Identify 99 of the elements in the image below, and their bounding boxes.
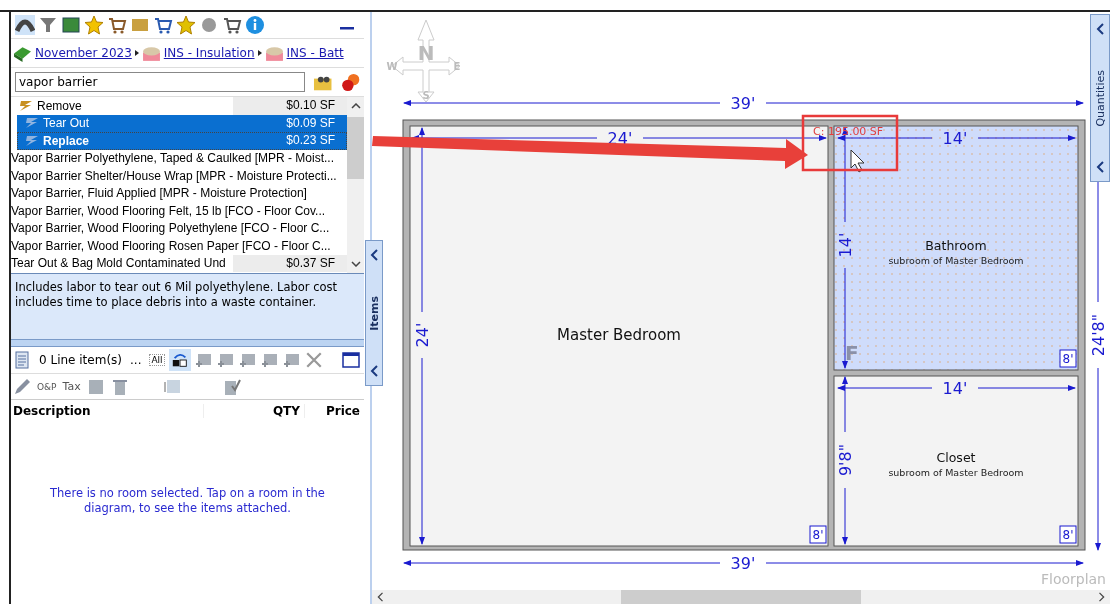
ceiling-height: 8' [1062,528,1074,542]
dimension-label: 14' [835,232,855,258]
left-chevron-icon[interactable] [1096,23,1104,35]
result-row[interactable]: Vapor Barrier, Wood Flooring Felt, 15 lb [FCO - Floor Cov... [11,202,347,220]
up-chevron-icon[interactable] [350,103,361,109]
separator-icon [134,50,139,56]
picture-icon[interactable] [61,15,81,35]
result-label: Remove [37,98,83,113]
dimension-label: 39' [730,553,756,573]
window-icon[interactable] [342,351,360,369]
left-chevron-icon[interactable] [370,365,378,377]
compass-letter: W [386,61,398,72]
floor-marker: F [845,341,859,365]
cart-plus-icon[interactable] [222,15,242,35]
star-icon[interactable] [84,15,104,35]
scrollbar[interactable] [347,97,364,273]
right-chevron-icon[interactable] [1098,592,1106,602]
splitter-handle[interactable] [11,339,364,347]
close-icon[interactable] [304,351,323,369]
line-item-count: 0 Line item(s) [39,353,122,367]
result-row[interactable]: Vapor Barrier, Wood Flooring Rosen Paper [FCO - Floor C... [11,237,347,255]
ceiling-height: 8' [812,528,824,542]
cart-icon[interactable] [153,15,173,35]
result-label: Tear Out [43,116,91,131]
result-price: $0.09 SF [285,114,336,132]
info-icon[interactable] [245,15,265,35]
result-price: $0.23 SF [285,132,336,149]
result-row[interactable]: Vapor Barrier Polyethylene, Taped & Caulked [MPR - Moist... [11,149,347,167]
result-label: Replace [43,133,91,148]
left-chevron-icon[interactable] [376,592,384,602]
items-side-tab[interactable]: Items [365,240,383,386]
result-row[interactable]: Vapor Barrier, Wood Flooring Polyethylene [FCO - Floor C... [11,219,347,237]
room-name: Closet [936,450,976,465]
view-label: Floorplan [1040,571,1106,587]
column-header[interactable]: Price [305,404,364,418]
more-button[interactable]: ... [130,353,142,367]
result-row[interactable]: Replace $0.23 SF [17,132,347,150]
panel-icon[interactable] [86,377,105,396]
result-price: $0.37 SF [233,254,347,272]
horizontal-scrollbar[interactable] [372,590,1110,604]
dimension-label: 9'8" [835,443,855,477]
compass-letter: N [417,41,435,65]
subroom-floor[interactable] [833,375,1079,547]
lightning-icon [25,134,39,147]
separator-icon [257,50,262,56]
empty-message: There is no room selected. Tap on a room in the diagram, to see the items attached. [49,486,326,517]
result-row[interactable]: Remove $0.10 SF [11,97,347,115]
room-subtitle: subroom of Master Bedroom [888,467,1024,478]
result-row[interactable]: Vapor Barrier, Fluid Applied [MPR - Moisture Protection] [11,184,347,202]
breadcrumb-link[interactable]: INS - Batt [286,46,344,60]
result-row[interactable]: Tear Out & Bag Mold Contaminated Und $0.37 SF [11,254,347,272]
scroll-thumb[interactable] [621,590,861,604]
description-text: Includes labor to tear out 6 Mil polyethylene. Labor cost includes time to place debris into a waste container. [15,280,338,309]
all-button[interactable]: All [149,354,165,366]
tag-check-icon[interactable] [222,377,241,396]
op-button[interactable]: O&P [37,381,57,392]
column-header[interactable]: Description [11,404,204,418]
trash-icon[interactable] [110,377,129,396]
items-tab-label: Items [367,295,381,331]
compass-letter: S [422,90,430,101]
left-chevron-icon[interactable] [370,249,378,261]
document-icon[interactable] [13,351,31,369]
down-chevron-icon[interactable] [350,261,361,267]
pencil-icon[interactable] [13,377,31,396]
breadcrumb-link[interactable]: November 2023 [35,46,132,60]
dimension-label: 24'8" [1088,313,1108,357]
cursor-icon [850,149,865,173]
result-label: Tear Out & Bag Mold Contaminated Und [11,256,227,271]
compass-letter: E [453,61,461,72]
quantities-side-tab[interactable]: Quantities [1090,14,1110,182]
result-row[interactable]: Vapor Barrier Shelter/House Wrap [MPR - Moisture Protecti... [11,167,347,185]
left-chevron-icon[interactable] [1096,161,1104,173]
room-name: Master Bedroom [557,326,681,344]
breadcrumb-link[interactable]: INS - Insulation [163,46,255,60]
arch-icon[interactable] [15,15,35,35]
balls-icon[interactable] [340,72,360,92]
ceiling-height: 8' [1062,352,1074,366]
room-name: Bathroom [925,238,987,253]
insulation-block-icon [264,44,284,62]
swap-icon[interactable] [168,349,191,371]
room-subtitle: subroom of Master Bedroom [888,255,1024,266]
quantities-tab-label: Quantities [1093,69,1107,127]
column-header[interactable]: QTY [204,404,305,418]
result-row[interactable]: Tear Out $0.09 SF [17,114,347,132]
search-field[interactable]: vapor barrier [15,72,306,92]
tax-button[interactable]: Tax [62,380,81,393]
scroll-thumb[interactable] [347,117,364,179]
book-icon [13,44,32,62]
room-floor[interactable] [409,125,829,547]
dimension-label: 14' [942,378,968,398]
dimension-label: 24' [412,322,432,348]
star-plus-icon[interactable] [176,15,196,35]
dimension-label: 39' [730,93,756,113]
insulation-block-icon [141,44,161,62]
filter-icon[interactable] [38,15,58,35]
dimension-label: 14' [942,128,968,148]
lightning-icon [25,117,39,130]
lightning-icon [19,99,33,112]
result-price: $0.10 SF [233,97,347,115]
